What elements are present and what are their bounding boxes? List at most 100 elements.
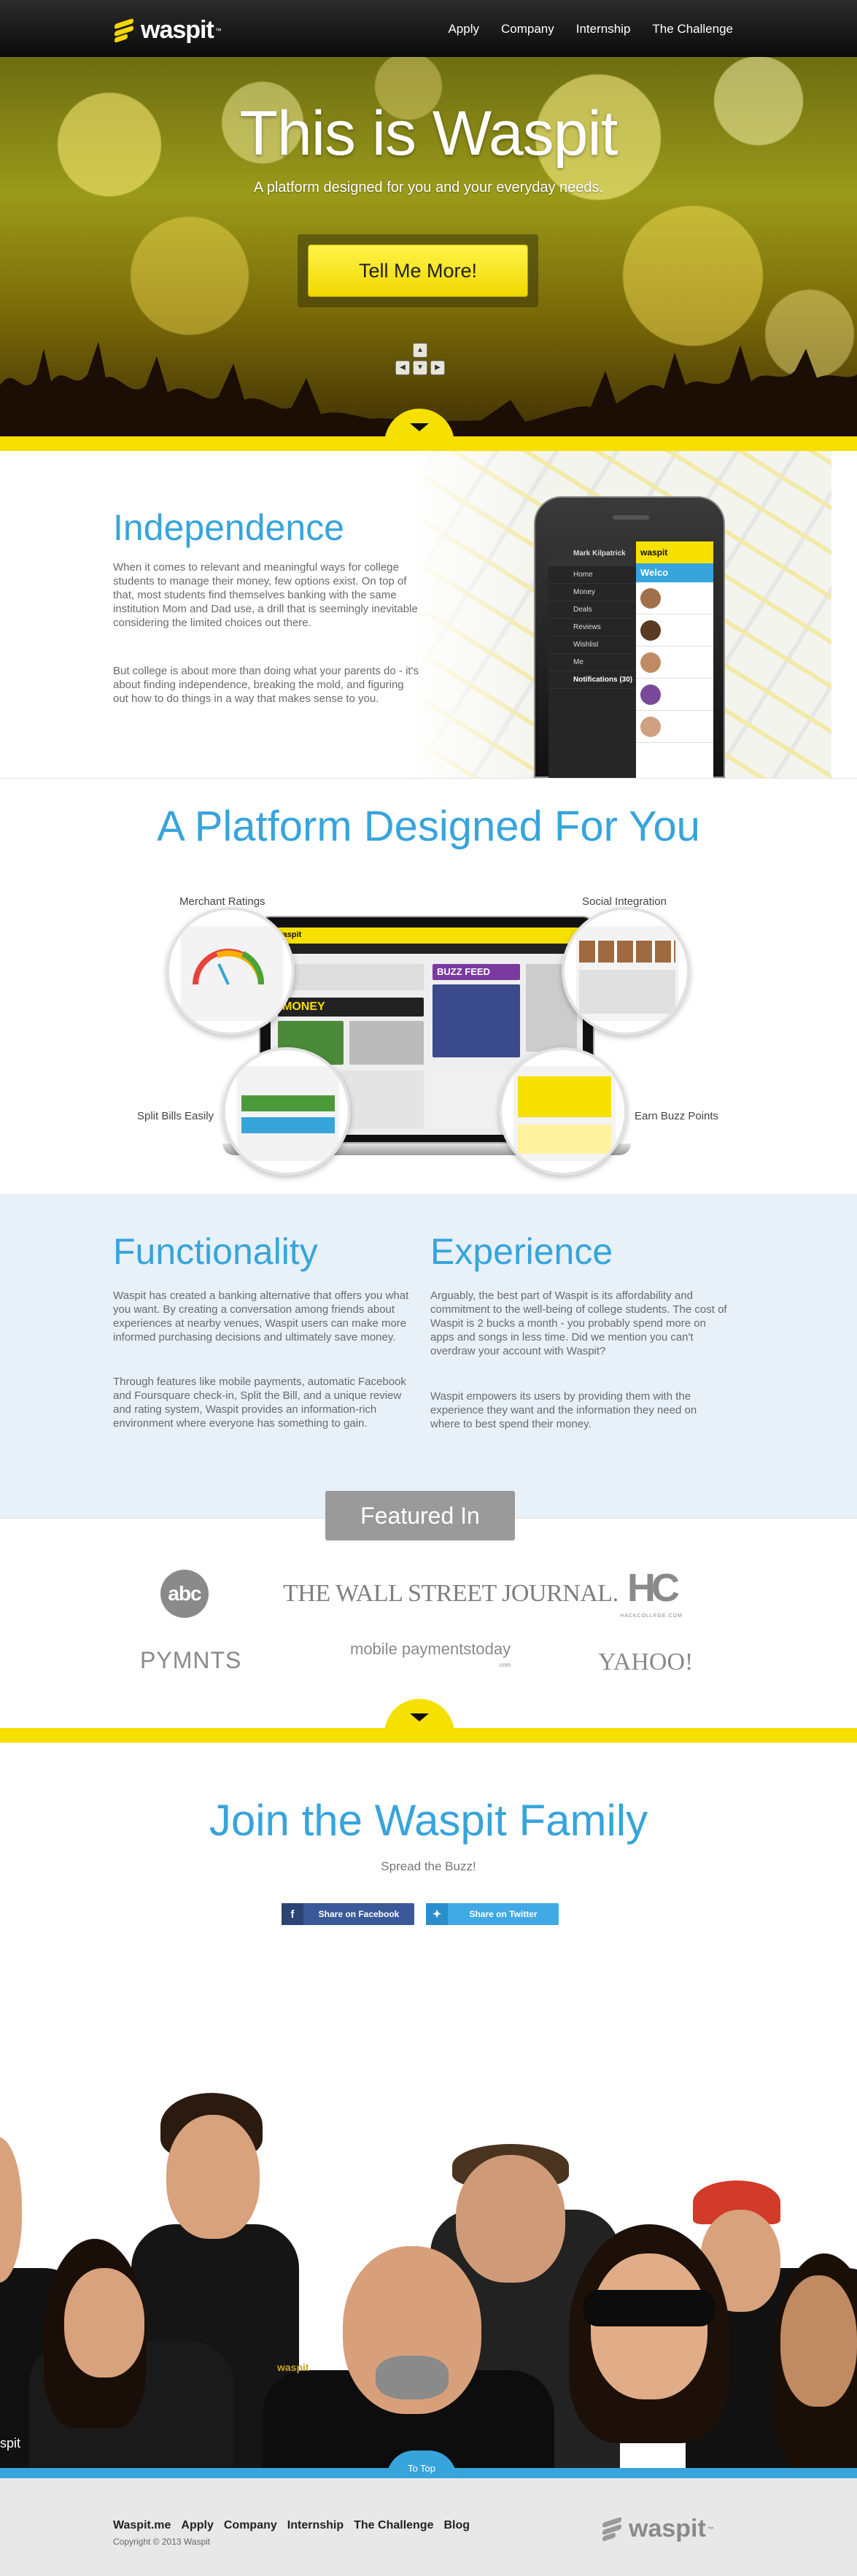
person-face: [456, 2155, 565, 2283]
phone-menu-home: Home: [548, 566, 636, 584]
split-row: [241, 1117, 335, 1133]
pymnts-logo[interactable]: PYMNTS: [140, 1647, 241, 1674]
footer-link-blog[interactable]: Blog: [443, 2519, 470, 2532]
platform-heading: A Platform Designed For You: [157, 803, 700, 850]
pager-up-icon[interactable]: ▲: [413, 343, 427, 358]
share-facebook-label: Share on Facebook: [318, 1909, 400, 1919]
sunglasses-icon: [583, 2290, 715, 2326]
screen-icons-row: [278, 964, 424, 990]
phone-row: [636, 711, 713, 743]
nav-apply[interactable]: Apply: [448, 22, 479, 36]
pager-right-icon[interactable]: ▶: [430, 360, 445, 375]
cta-frame: Tell Me More!: [298, 234, 538, 307]
phone-menu-wishlist: Wishlist: [548, 636, 636, 654]
phone-mockup: Mark Kilpatrick Home Money Deals Reviews…: [534, 496, 725, 778]
independence-section: Independence When it comes to relevant a…: [0, 451, 857, 778]
screen-buzz-image: [433, 984, 520, 1057]
trademark: ™: [707, 2525, 714, 2533]
nav-company[interactable]: Company: [501, 22, 554, 36]
share-twitter-button[interactable]: ✦ Share on Twitter: [426, 1903, 559, 1925]
phone-menu: Mark Kilpatrick Home Money Deals Reviews…: [548, 541, 636, 778]
person-face: [780, 2275, 857, 2407]
social-integration-zoom: [562, 907, 690, 1036]
phone-row: [636, 647, 713, 679]
zoom-content: [237, 1066, 339, 1161]
avatar: [640, 685, 661, 705]
nav-internship[interactable]: Internship: [576, 22, 631, 36]
mpt-domain: .com: [497, 1662, 511, 1668]
phone-header: waspit: [636, 541, 713, 563]
phone-row: [636, 614, 713, 647]
rating-gauge-icon: [193, 949, 265, 985]
tell-me-more-button[interactable]: Tell Me More!: [308, 244, 528, 297]
avatar: [640, 717, 661, 737]
shirt-logo: waspit: [277, 2361, 309, 2373]
screen-money-title: MONEY: [278, 998, 424, 1017]
zoom-content: [576, 926, 678, 1021]
platform-section: A Platform Designed For You Merchant Rat…: [0, 778, 857, 1194]
footer-link-company[interactable]: Company: [224, 2519, 277, 2532]
hackcollege-logo[interactable]: HC HACKCOLLEGE.COM: [618, 1568, 684, 1621]
phone-menu-reviews: Reviews: [548, 619, 636, 636]
logo-wordmark: waspit: [141, 16, 214, 44]
person-face: [166, 2115, 260, 2239]
wsj-logo[interactable]: THE WALL STREET JOURNAL.: [283, 1580, 618, 1608]
footer-link-apply[interactable]: Apply: [181, 2519, 213, 2532]
functionality-paragraph-2: Through features like mobile payments, a…: [113, 1376, 406, 1430]
buzz-prizes: [518, 1076, 611, 1117]
phone-menu-money: Money: [548, 584, 636, 601]
person-beard: [376, 2356, 449, 2399]
twitter-bird-icon: ✦: [426, 1903, 448, 1925]
avatar: [640, 620, 661, 641]
friend-avatars: [579, 941, 675, 963]
hc-mark: HC: [627, 1566, 680, 1610]
label-buzz-points: Earn Buzz Points: [635, 1110, 719, 1122]
screen-money-tile: [349, 1021, 424, 1065]
footer-link-the-challenge[interactable]: The Challenge: [354, 2519, 433, 2532]
person-face: [0, 2137, 22, 2283]
avatar: [640, 652, 661, 673]
hero-pager: ▲ ◀ ▼ ▶: [394, 342, 446, 378]
wasp-logo-icon: [602, 2516, 624, 2542]
facebook-icon: f: [282, 1903, 303, 1925]
merchant-ratings-zoom: [166, 907, 295, 1036]
hero-section: This is Waspit A platform designed for y…: [0, 57, 857, 451]
footer-link-waspit-me[interactable]: Waspit.me: [113, 2519, 171, 2532]
abc-logo[interactable]: abc: [160, 1570, 209, 1618]
phone-speaker: [613, 515, 649, 520]
mpt-wordmark: mobile paymentstoday: [350, 1640, 511, 1658]
split-bills-zoom: [222, 1047, 351, 1176]
phone-welcome: Welco: [636, 563, 713, 582]
hero-subtitle: A platform designed for you and your eve…: [253, 180, 604, 196]
split-row: [241, 1095, 335, 1111]
screen-header: waspit: [271, 928, 583, 944]
independence-heading: Independence: [113, 507, 344, 548]
shirt-text: spit: [0, 2436, 21, 2450]
pager-down-icon[interactable]: ▼: [413, 360, 427, 375]
waspit-logo[interactable]: waspit ™: [115, 16, 222, 45]
footer-links: Waspit.me Apply Company Internship The C…: [113, 2519, 470, 2532]
footer-link-internship[interactable]: Internship: [287, 2519, 344, 2532]
phone-user-name: Mark Kilpatrick: [548, 541, 636, 566]
yahoo-logo[interactable]: YAHOO!: [598, 1648, 693, 1676]
buzz-points-zoom: [499, 1047, 627, 1176]
join-subtitle: Spread the Buzz!: [381, 1859, 476, 1873]
phone-content: waspit Welco: [636, 541, 713, 778]
main-nav: Apply Company Internship The Challenge: [448, 22, 733, 36]
screen-subbar: [271, 944, 583, 954]
independence-paragraph-2: But college is about more than doing wha…: [113, 665, 419, 705]
screen-buzz-feed: BUZZ FEED: [433, 964, 520, 980]
pager-left-icon[interactable]: ◀: [395, 360, 410, 375]
share-facebook-button[interactable]: f Share on Facebook: [282, 1903, 414, 1925]
footer-logo[interactable]: waspit ™: [602, 2515, 714, 2543]
mobile-payments-today-logo[interactable]: mobile paymentstoday .com: [350, 1641, 511, 1673]
wasp-logo-icon: [115, 18, 136, 43]
top-nav-bar: waspit ™ Apply Company Internship The Ch…: [0, 0, 857, 57]
nav-the-challenge[interactable]: The Challenge: [652, 22, 733, 36]
features-section: Functionality Experience Waspit has crea…: [0, 1194, 857, 1518]
label-merchant-ratings: Merchant Ratings: [179, 895, 265, 908]
footer: Waspit.me Apply Company Internship The C…: [0, 2478, 857, 2576]
phone-screen: Mark Kilpatrick Home Money Deals Reviews…: [548, 541, 713, 778]
trademark: ™: [214, 26, 222, 34]
phone-menu-me: Me: [548, 654, 636, 671]
